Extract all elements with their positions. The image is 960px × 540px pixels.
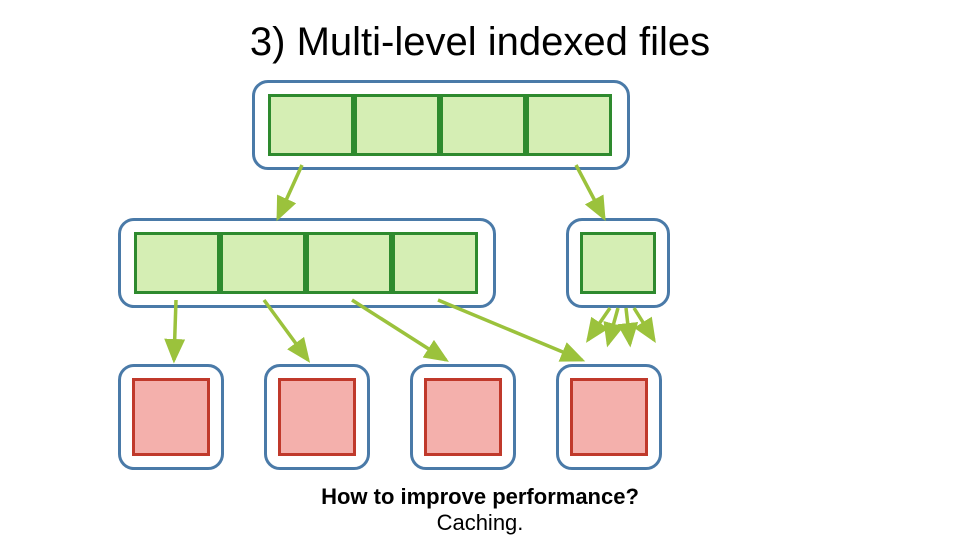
mid-left-index-cell bbox=[134, 232, 220, 294]
data-block bbox=[570, 378, 648, 456]
top-index-cell bbox=[440, 94, 526, 156]
caption-answer: Caching. bbox=[0, 510, 960, 536]
top-index-cell bbox=[268, 94, 354, 156]
mid-left-index-cell bbox=[392, 232, 478, 294]
top-index-cell bbox=[526, 94, 612, 156]
diagram-title: 3) Multi-level indexed files bbox=[0, 20, 960, 65]
mid-right-index-cell bbox=[580, 232, 656, 294]
mid-left-index-cell bbox=[220, 232, 306, 294]
caption-question: How to improve performance? bbox=[0, 484, 960, 510]
data-block bbox=[132, 378, 210, 456]
data-block bbox=[278, 378, 356, 456]
mid-left-index-cell bbox=[306, 232, 392, 294]
data-block bbox=[424, 378, 502, 456]
top-index-cell bbox=[354, 94, 440, 156]
